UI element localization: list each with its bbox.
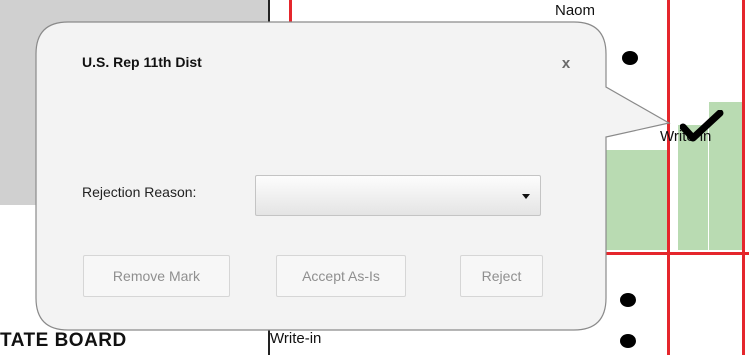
chevron-down-icon [522,194,530,199]
rejection-reason-select[interactable] [255,175,541,216]
accept-as-is-button[interactable]: Accept As-Is [276,255,406,297]
reject-button[interactable]: Reject [460,255,543,297]
rejection-reason-label: Rejection Reason: [82,184,197,200]
popup-title: U.S. Rep 11th Dist [82,54,202,70]
close-icon[interactable]: x [556,54,576,74]
remove-mark-button[interactable]: Remove Mark [83,255,230,297]
